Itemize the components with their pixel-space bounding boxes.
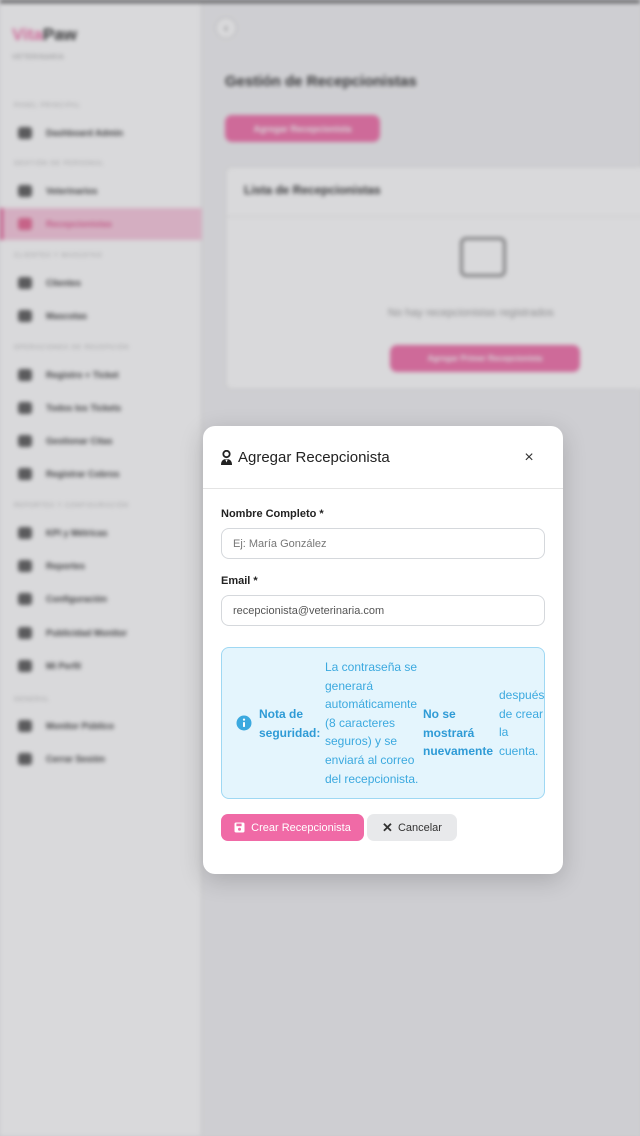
modal-header: Agregar Recepcionista × [203,426,563,489]
info-circle-icon [236,715,252,731]
add-receptionist-modal: Agregar Recepcionista × Nombre Completo … [203,426,563,874]
security-note-warning: No se mostrará nuevamente [423,707,494,759]
name-label: Nombre Completo * [221,508,324,520]
security-note-text: La contraseña se generará automáticament… [325,660,419,786]
security-note: Nota de seguridad: La contraseña se gene… [221,647,545,799]
close-button[interactable]: × [521,450,537,466]
full-name-input[interactable] [221,528,545,559]
x-icon: ✕ [382,819,393,835]
modal-title: Agregar Recepcionista [220,449,390,466]
user-tie-icon [221,450,232,465]
email-label: Email * [221,575,258,587]
save-icon [234,822,245,833]
email-input[interactable] [221,595,545,626]
cancel-button[interactable]: ✕ Cancelar [367,814,457,841]
create-receptionist-button[interactable]: Crear Recepcionista [221,814,364,841]
security-note-label: Nota de seguridad: [259,707,321,740]
security-note-suffix: después de crear la cuenta. [499,688,545,758]
